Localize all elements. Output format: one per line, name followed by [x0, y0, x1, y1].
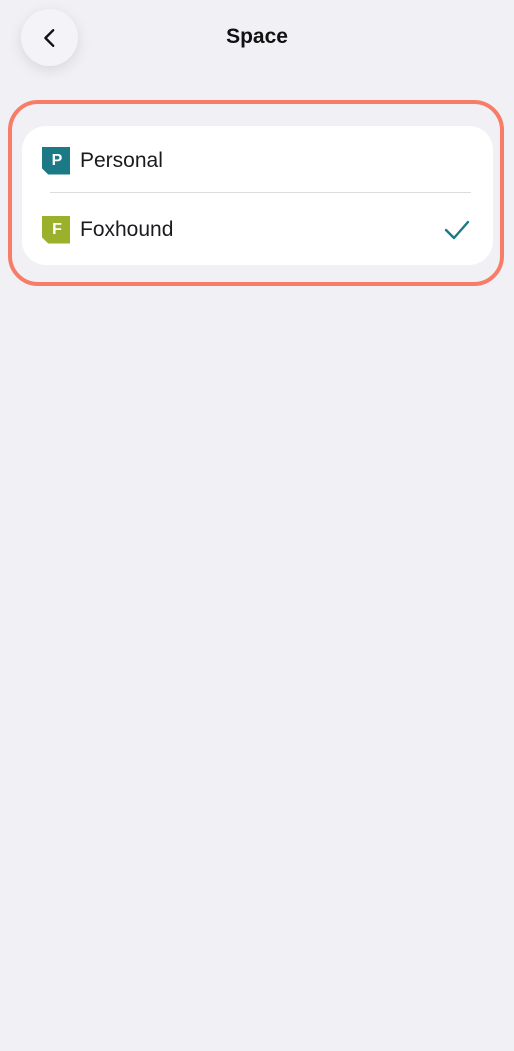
page-title: Space [226, 25, 288, 48]
space-item-foxhound[interactable]: F Foxhound [22, 195, 493, 264]
space-personal-icon: P [42, 146, 70, 175]
space-personal-label: Personal [80, 148, 163, 172]
space-foxhound-initial: F [52, 220, 62, 238]
space-list: P Personal F Foxhound [22, 126, 493, 265]
space-foxhound-label: Foxhound [80, 217, 174, 241]
space-personal-initial: P [51, 151, 63, 169]
space-foxhound-icon: F [42, 215, 70, 244]
space-item-personal[interactable]: P Personal [22, 126, 493, 195]
checkmark-icon [444, 220, 470, 239]
divider [50, 192, 471, 193]
header: Space [0, 0, 514, 78]
